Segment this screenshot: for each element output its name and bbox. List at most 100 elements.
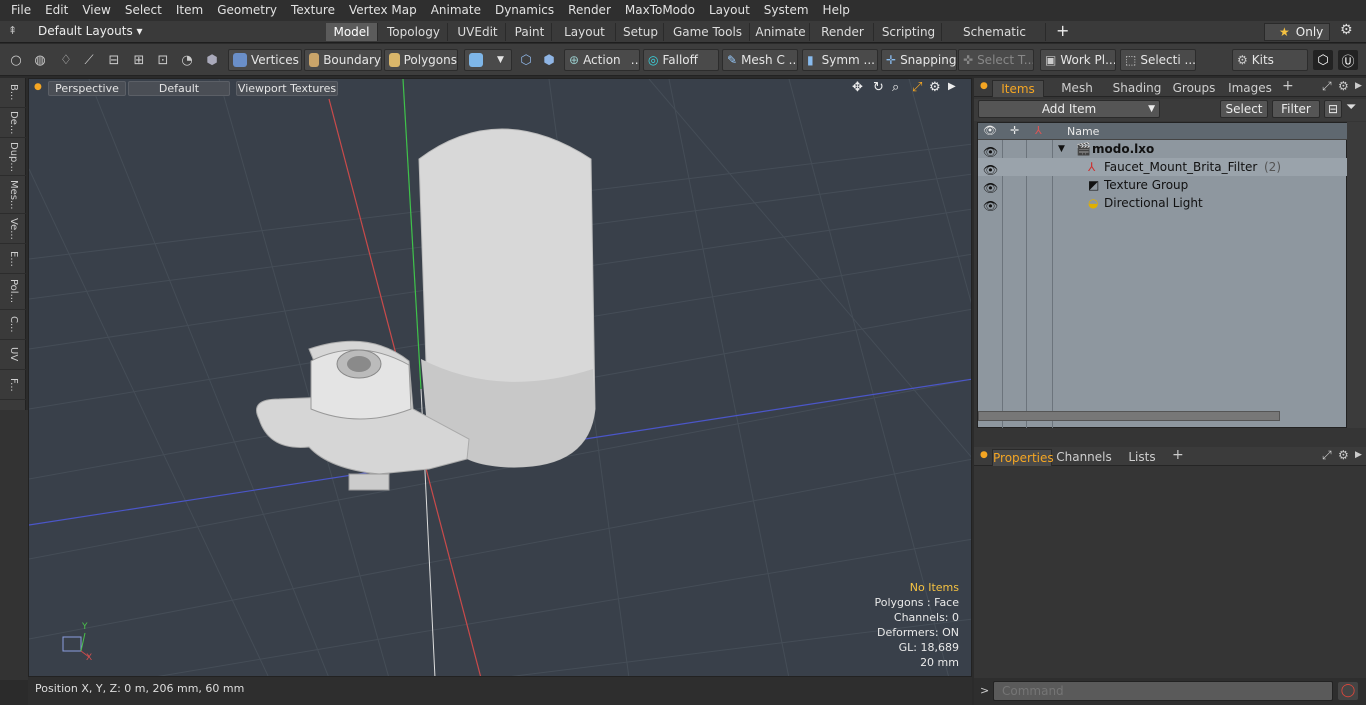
expand-triangle-icon[interactable]: ▼ bbox=[1058, 140, 1065, 158]
snap-cube-icon[interactable]: ⬢ bbox=[539, 50, 559, 70]
gear-icon[interactable]: ⚙ bbox=[1340, 22, 1353, 38]
menu-select[interactable]: Select bbox=[118, 0, 169, 21]
menu-file[interactable]: File bbox=[4, 0, 38, 21]
collapse-icon[interactable]: ⊟ bbox=[1324, 100, 1342, 118]
tab-channels[interactable]: Channels bbox=[1056, 449, 1112, 466]
menu-layout[interactable]: Layout bbox=[702, 0, 757, 21]
left-tab-uv[interactable]: UV bbox=[0, 340, 26, 370]
perspective-button[interactable]: Perspective bbox=[48, 81, 126, 96]
panel-dot-icon[interactable]: ● bbox=[980, 81, 988, 91]
name-column-header[interactable]: Name bbox=[1067, 125, 1099, 138]
shield-icon[interactable]: ⬢ bbox=[202, 50, 222, 70]
left-tab-basic[interactable]: B... bbox=[0, 78, 26, 108]
funnel-icon[interactable]: ⏷ bbox=[1346, 100, 1356, 115]
panel-arrow-icon[interactable]: ▶ bbox=[1355, 81, 1362, 91]
tab-animate[interactable]: Animate bbox=[752, 23, 810, 41]
tab-game-tools[interactable]: Game Tools bbox=[666, 23, 750, 41]
menu-vertex-map[interactable]: Vertex Map bbox=[342, 0, 424, 21]
left-tab-duplicate[interactable]: Dup... bbox=[0, 138, 26, 176]
move-icon[interactable]: ⊟ bbox=[104, 50, 124, 70]
expand-arrow-icon[interactable]: ▶ bbox=[948, 81, 956, 92]
left-tab-curve[interactable]: C... bbox=[0, 310, 26, 340]
pan-icon[interactable]: ✥ bbox=[852, 80, 863, 95]
falloff-button[interactable]: ◎ Falloff bbox=[643, 49, 719, 71]
tab-setup[interactable]: Setup bbox=[618, 23, 664, 41]
viewport-gear-icon[interactable]: ⚙ bbox=[929, 80, 941, 95]
shading-default-button[interactable]: Default bbox=[128, 81, 230, 96]
select-through-button[interactable]: ✜ Select T... bbox=[958, 49, 1034, 71]
menu-texture[interactable]: Texture bbox=[284, 0, 342, 21]
menu-help[interactable]: Help bbox=[816, 0, 857, 21]
properties-dot-icon[interactable]: ● bbox=[980, 450, 988, 460]
menu-maxtomodo[interactable]: MaxToModo bbox=[618, 0, 702, 21]
tab-images[interactable]: Images bbox=[1224, 80, 1276, 97]
polygons-button[interactable]: Polygons bbox=[384, 49, 458, 71]
left-tab-deform[interactable]: De... bbox=[0, 108, 26, 138]
snap-sphere-icon[interactable]: ⬡ bbox=[516, 50, 536, 70]
menu-dynamics[interactable]: Dynamics bbox=[488, 0, 561, 21]
eye-icon[interactable]: 👁 bbox=[983, 197, 998, 213]
tree-row-scene[interactable]: 👁 ▼ 🎬 modo.lxo bbox=[978, 140, 1348, 159]
eye-icon[interactable]: 👁 bbox=[983, 161, 998, 177]
brush-icon[interactable]: ⟋ bbox=[79, 50, 99, 70]
tab-groups[interactable]: Groups bbox=[1166, 80, 1222, 97]
eye-icon[interactable]: 👁 bbox=[983, 143, 998, 159]
tab-paint[interactable]: Paint bbox=[508, 23, 552, 41]
up-arrow-icon[interactable]: ⇞ bbox=[8, 24, 17, 37]
tab-items[interactable]: Items bbox=[992, 80, 1044, 97]
menu-edit[interactable]: Edit bbox=[38, 0, 75, 21]
left-tab-fusion[interactable]: F... bbox=[0, 370, 26, 400]
rotate-icon[interactable]: ◔ bbox=[177, 50, 197, 70]
left-tab-edge[interactable]: E... bbox=[0, 244, 26, 274]
menu-item[interactable]: Item bbox=[169, 0, 210, 21]
panel-gear-icon[interactable]: ⚙ bbox=[1338, 79, 1349, 93]
snapping-button[interactable]: ✛ Snapping bbox=[881, 49, 957, 71]
tab-lists[interactable]: Lists bbox=[1118, 449, 1166, 466]
properties-maximize-icon[interactable]: ⤢ bbox=[1322, 448, 1332, 463]
transform-icon[interactable]: ⊞ bbox=[129, 50, 149, 70]
left-tab-mesh-edit[interactable]: Mes... bbox=[0, 176, 26, 214]
viewport-menu-dot-icon[interactable]: ● bbox=[34, 82, 42, 92]
tab-shading[interactable]: Shading bbox=[1110, 80, 1164, 97]
orbit-icon[interactable]: ↻ bbox=[873, 80, 884, 95]
material-dropdown[interactable]: ▼ bbox=[464, 49, 512, 71]
left-tab-vertex[interactable]: Ve... bbox=[0, 214, 26, 244]
tree-scrollbar[interactable] bbox=[978, 411, 1280, 421]
properties-arrow-icon[interactable]: ▶ bbox=[1355, 450, 1362, 460]
pen-icon[interactable]: ♢ bbox=[56, 50, 76, 70]
circle-select-icon[interactable]: ○ bbox=[6, 50, 26, 70]
menu-geometry[interactable]: Geometry bbox=[210, 0, 284, 21]
properties-gear-icon[interactable]: ⚙ bbox=[1338, 448, 1349, 462]
tab-model[interactable]: Model bbox=[326, 23, 378, 41]
tree-row-mesh[interactable]: 👁 ⅄ Faucet_Mount_Brita_Filter (2) bbox=[978, 158, 1348, 177]
tab-layout[interactable]: Layout bbox=[554, 23, 616, 41]
layout-selector[interactable]: Default Layouts ▾ bbox=[38, 24, 143, 38]
select-button[interactable]: Select bbox=[1220, 100, 1268, 118]
symmetry-button[interactable]: ▮ Symm ... bbox=[802, 49, 878, 71]
scale-icon[interactable]: ⊡ bbox=[153, 50, 173, 70]
add-tab-icon[interactable]: + bbox=[1056, 21, 1069, 40]
left-tab-polygon[interactable]: Pol... bbox=[0, 274, 26, 310]
unreal-icon[interactable]: Ⓤ bbox=[1338, 50, 1358, 70]
tab-properties[interactable]: Properties bbox=[992, 449, 1054, 466]
vertices-button[interactable]: Vertices bbox=[228, 49, 302, 71]
menu-animate[interactable]: Animate bbox=[424, 0, 488, 21]
tab-uvedit[interactable]: UVEdit bbox=[450, 23, 506, 41]
3d-viewport[interactable]: Y X No Items Polygons : Face Channels: 0… bbox=[28, 78, 972, 677]
add-item-button[interactable]: Add Item ▼ bbox=[978, 100, 1160, 118]
tab-mesh-ops[interactable]: Mesh Ops bbox=[1048, 80, 1106, 112]
tab-schematic-fusion[interactable]: Schematic Fusion bbox=[944, 23, 1046, 57]
unity-icon[interactable]: ⬡ bbox=[1313, 50, 1333, 70]
eye-icon[interactable]: 👁 bbox=[983, 179, 998, 195]
mesh-constraint-button[interactable]: ✎ Mesh C ... bbox=[722, 49, 798, 71]
viewport-textures-button[interactable]: Viewport Textures bbox=[236, 81, 338, 96]
menu-render[interactable]: Render bbox=[561, 0, 618, 21]
tab-render[interactable]: Render bbox=[812, 23, 874, 41]
add-panel-tab-icon[interactable]: + bbox=[1282, 78, 1294, 94]
boundary-button[interactable]: Boundary bbox=[304, 49, 382, 71]
tab-scripting[interactable]: Scripting bbox=[876, 23, 942, 41]
work-plane-button[interactable]: ▣ Work Pl... bbox=[1040, 49, 1116, 71]
tree-row-light[interactable]: 👁 ◒ Directional Light bbox=[978, 194, 1348, 213]
command-input[interactable] bbox=[993, 681, 1333, 701]
only-toggle[interactable]: ★ Only bbox=[1264, 23, 1330, 41]
